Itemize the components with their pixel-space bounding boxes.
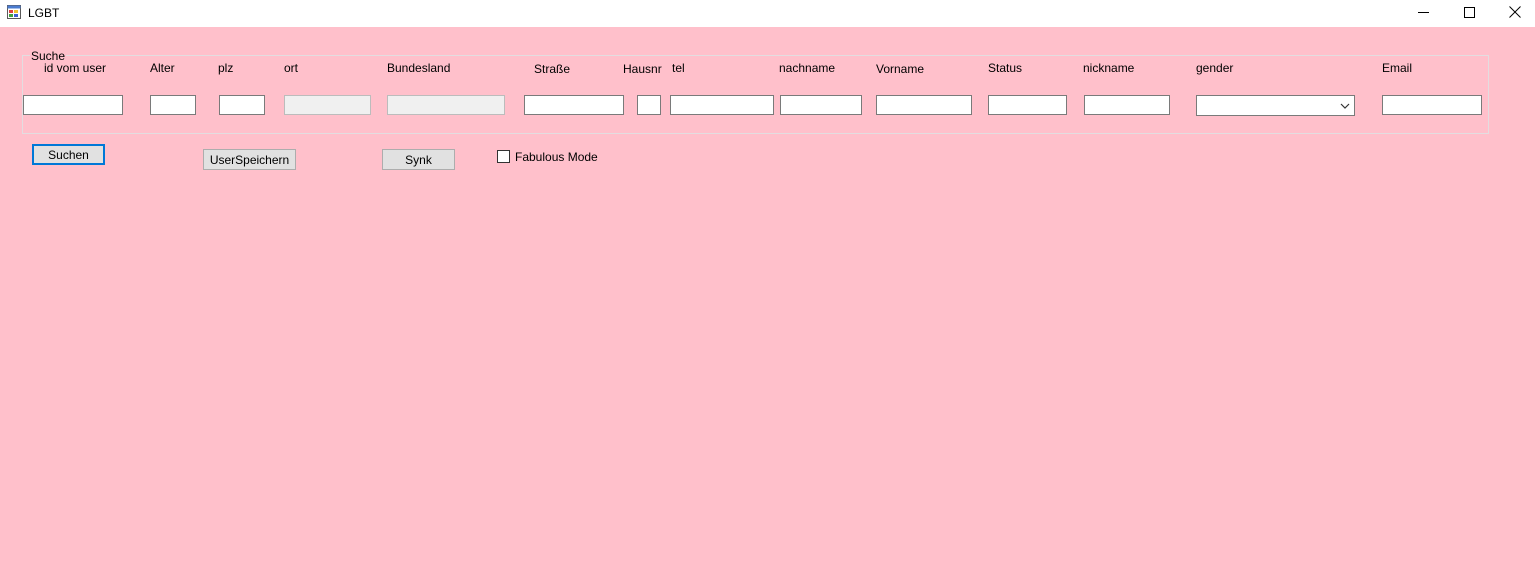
ort-input [284, 95, 371, 115]
fabulous-mode-checkbox[interactable] [497, 150, 510, 163]
chevron-down-icon [1340, 100, 1350, 114]
email-input[interactable] [1382, 95, 1482, 115]
nickname-label: nickname [1083, 61, 1135, 75]
alter-input[interactable] [150, 95, 196, 115]
gender-select[interactable] [1196, 95, 1355, 116]
hausnr-input[interactable] [637, 95, 661, 115]
minimize-icon [1417, 7, 1429, 21]
alter-label: Alter [150, 61, 175, 75]
nachname-label: nachname [779, 61, 836, 75]
vorname-input[interactable] [876, 95, 972, 115]
gender-label: gender [1196, 61, 1234, 75]
bundesland-label: Bundesland [387, 61, 451, 75]
fabulous-mode-label[interactable]: Fabulous Mode [515, 150, 598, 164]
id-vom-user-input[interactable] [23, 95, 123, 115]
window-title: LGBT [28, 6, 60, 20]
strasse-label: Straße [534, 62, 571, 76]
plz-input[interactable] [219, 95, 265, 115]
maximize-button[interactable] [1446, 0, 1492, 27]
status-input[interactable] [988, 95, 1067, 115]
minimize-button[interactable] [1400, 0, 1446, 27]
tel-input[interactable] [670, 95, 774, 115]
plz-label: plz [218, 61, 234, 75]
user-speichern-button[interactable]: UserSpeichern [203, 149, 296, 170]
hausnr-label: Hausnr [623, 62, 662, 76]
bundesland-input [387, 95, 505, 115]
app-window-icon [7, 5, 21, 19]
email-label: Email [1382, 61, 1413, 75]
main-window: LGBT Suche id vom user Alter plz ort Bun… [0, 0, 1535, 566]
nickname-input[interactable] [1084, 95, 1170, 115]
nachname-input[interactable] [780, 95, 862, 115]
close-button[interactable] [1492, 0, 1535, 27]
strasse-input[interactable] [524, 95, 624, 115]
suchen-button[interactable]: Suchen [32, 144, 105, 165]
tel-label: tel [672, 61, 685, 75]
synk-button[interactable]: Synk [382, 149, 455, 170]
maximize-icon [1463, 6, 1475, 21]
ort-label: ort [284, 61, 299, 75]
status-label: Status [988, 61, 1023, 75]
title-bar[interactable]: LGBT [0, 0, 1535, 27]
id-vom-user-label: id vom user [44, 61, 107, 75]
close-icon [1509, 6, 1521, 21]
vorname-label: Vorname [876, 62, 925, 76]
